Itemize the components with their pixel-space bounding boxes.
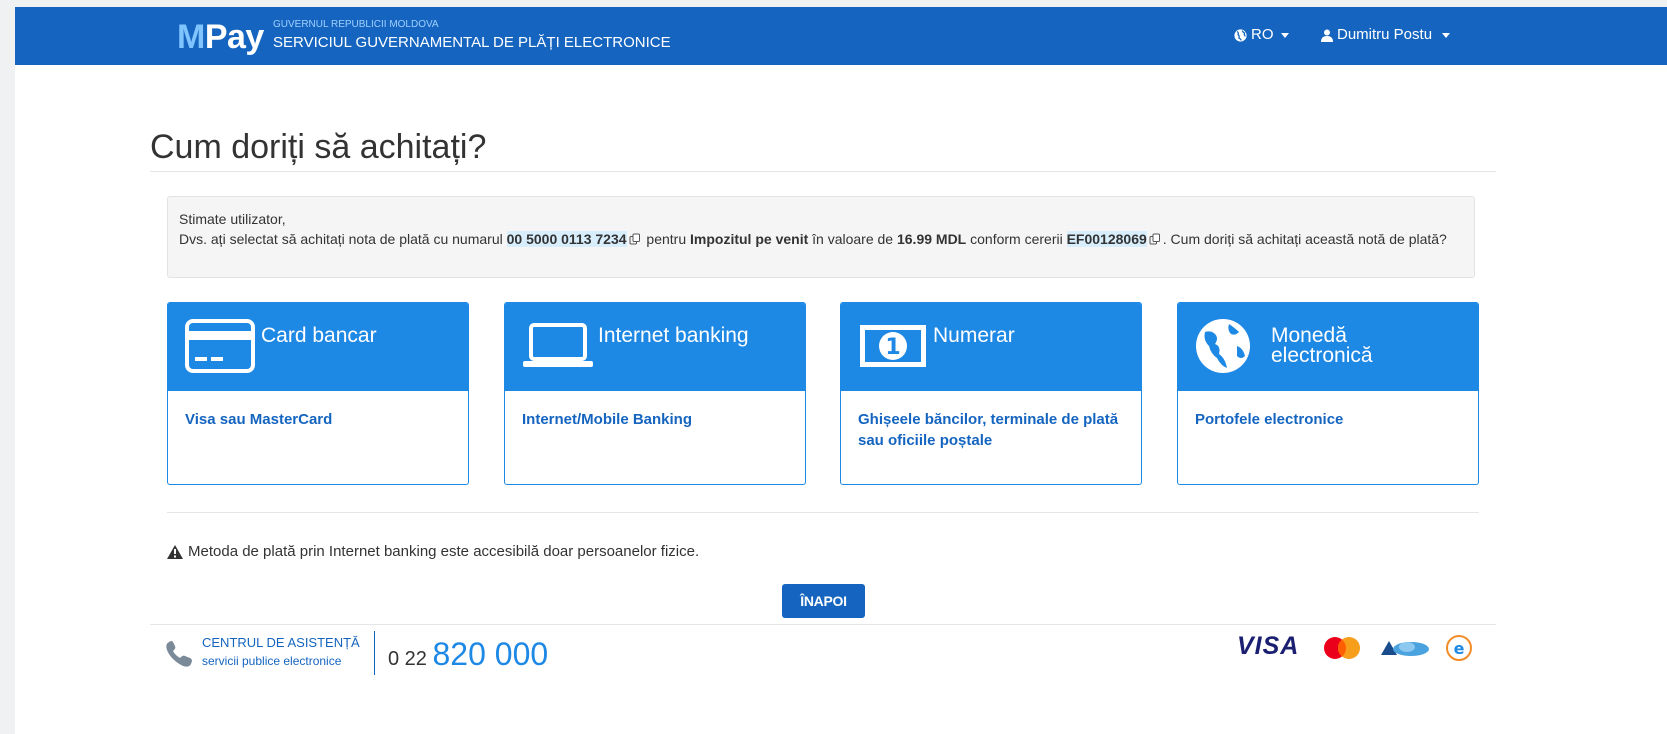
card-cash[interactable]: 1 Numerar Ghișeele băncilor, terminale d… bbox=[840, 302, 1142, 485]
card-bank-card[interactable]: Card bancar Visa sau MasterCard bbox=[167, 302, 469, 485]
section-divider bbox=[167, 512, 1479, 513]
footer-separator bbox=[374, 631, 375, 675]
mastercard-logo bbox=[1324, 637, 1360, 659]
card-header: Monedă electronică bbox=[1178, 303, 1478, 391]
user-menu[interactable]: Dumitru Postu bbox=[1321, 26, 1451, 44]
gov-service-title: SERVICIUL GUVERNAMENTAL DE PLĂȚI ELECTRO… bbox=[273, 34, 671, 51]
card-description[interactable]: Portofele electronice bbox=[1195, 409, 1466, 430]
card-description[interactable]: Visa sau MasterCard bbox=[185, 409, 456, 430]
notice-greeting: Stimate utilizator, bbox=[179, 211, 286, 227]
user-name: Dumitru Postu bbox=[1337, 26, 1433, 43]
card-header: Card bancar bbox=[168, 303, 468, 391]
payment-notice: Stimate utilizator, Dvs. ați selectat să… bbox=[167, 196, 1475, 278]
card-title: Numerar bbox=[933, 324, 1015, 347]
language-label: RO bbox=[1251, 26, 1274, 43]
internet-banking-warning: Metoda de plată prin Internet banking es… bbox=[167, 542, 699, 562]
page: MPay GUVERNUL REPUBLICII MOLDOVA SERVICI… bbox=[15, 7, 1667, 734]
copy-icon[interactable] bbox=[629, 233, 641, 245]
globe-small-icon bbox=[1234, 28, 1247, 42]
warning-icon bbox=[167, 545, 183, 559]
user-icon bbox=[1321, 29, 1333, 42]
chevron-down-icon bbox=[1280, 32, 1289, 38]
logo-m-letter: M bbox=[177, 18, 205, 56]
footer-divider bbox=[150, 624, 1496, 625]
card-description[interactable]: Internet/Mobile Banking bbox=[522, 409, 793, 430]
notice-text-2: pentru bbox=[642, 231, 691, 247]
chevron-down-icon bbox=[1442, 32, 1451, 38]
warning-text: Metoda de plată prin Internet banking es… bbox=[188, 543, 700, 560]
globe-icon bbox=[1196, 319, 1250, 373]
e-money-logo: e bbox=[1446, 635, 1472, 661]
support-center-subtitle: servicii publice electronice bbox=[202, 654, 342, 668]
mpay-logo[interactable]: MPay bbox=[177, 19, 264, 55]
gov-small-title: GUVERNUL REPUBLICII MOLDOVA bbox=[273, 19, 439, 30]
card-title: Card bancar bbox=[261, 324, 377, 347]
phone-prefix: 0 22 bbox=[388, 648, 427, 670]
language-dropdown[interactable]: RO bbox=[1234, 26, 1289, 44]
card-title: Internet banking bbox=[598, 324, 749, 347]
notice-text-3: în valoare de bbox=[808, 231, 897, 247]
copy-icon[interactable] bbox=[1149, 233, 1161, 245]
phone-main: 820 000 bbox=[432, 636, 549, 672]
phone-icon bbox=[166, 641, 192, 667]
amount: 16.99 MDL bbox=[896, 231, 967, 247]
support-center-title: CENTRUL DE ASISTENȚĂ bbox=[202, 635, 360, 650]
notice-text-1: Dvs. ați selectat să achitați nota de pl… bbox=[179, 231, 507, 247]
back-button[interactable]: ÎNAPOI bbox=[782, 584, 865, 618]
invoice-number[interactable]: 00 5000 0113 7234 bbox=[506, 231, 627, 247]
card-title: Monedă electronică bbox=[1271, 325, 1373, 367]
notice-text-4: conform cererii bbox=[966, 231, 1067, 247]
card-e-money[interactable]: Monedă electronică Portofele electronice bbox=[1177, 302, 1479, 485]
top-navbar: MPay GUVERNUL REPUBLICII MOLDOVA SERVICI… bbox=[15, 7, 1667, 65]
page-title: Cum doriți să achitați? bbox=[150, 128, 487, 166]
banknote-icon: 1 bbox=[860, 325, 926, 367]
credit-card-icon bbox=[185, 319, 255, 373]
laptop-icon bbox=[523, 323, 593, 367]
logo-pay-text: Pay bbox=[204, 18, 265, 56]
support-phone[interactable]: 0 22 820 000 bbox=[388, 636, 548, 677]
notice-text-5: . Cum doriți să achitați această notă de… bbox=[1162, 231, 1447, 247]
card-header: 1 Numerar bbox=[841, 303, 1141, 391]
svg-text:1: 1 bbox=[885, 335, 900, 360]
card-description[interactable]: Ghișeele băncilor, terminale de plată sa… bbox=[858, 409, 1129, 451]
svg-text:e: e bbox=[1454, 639, 1465, 658]
request-id[interactable]: EF00128069 bbox=[1066, 231, 1147, 247]
card-header: Internet banking bbox=[505, 303, 805, 391]
notice-text: Dvs. ați selectat să achitați nota de pl… bbox=[179, 229, 1463, 249]
visa-logo: VISA bbox=[1237, 632, 1300, 660]
tax-name: Impozitul pe venit bbox=[690, 231, 809, 247]
title-divider bbox=[150, 171, 1496, 172]
payment-methods: Card bancar Visa sau MasterCard Internet… bbox=[167, 302, 1480, 486]
card-title-line2: electronică bbox=[1271, 344, 1373, 367]
card-internet-banking[interactable]: Internet banking Internet/Mobile Banking bbox=[504, 302, 806, 485]
cloud-wallet-logo bbox=[1381, 641, 1429, 656]
